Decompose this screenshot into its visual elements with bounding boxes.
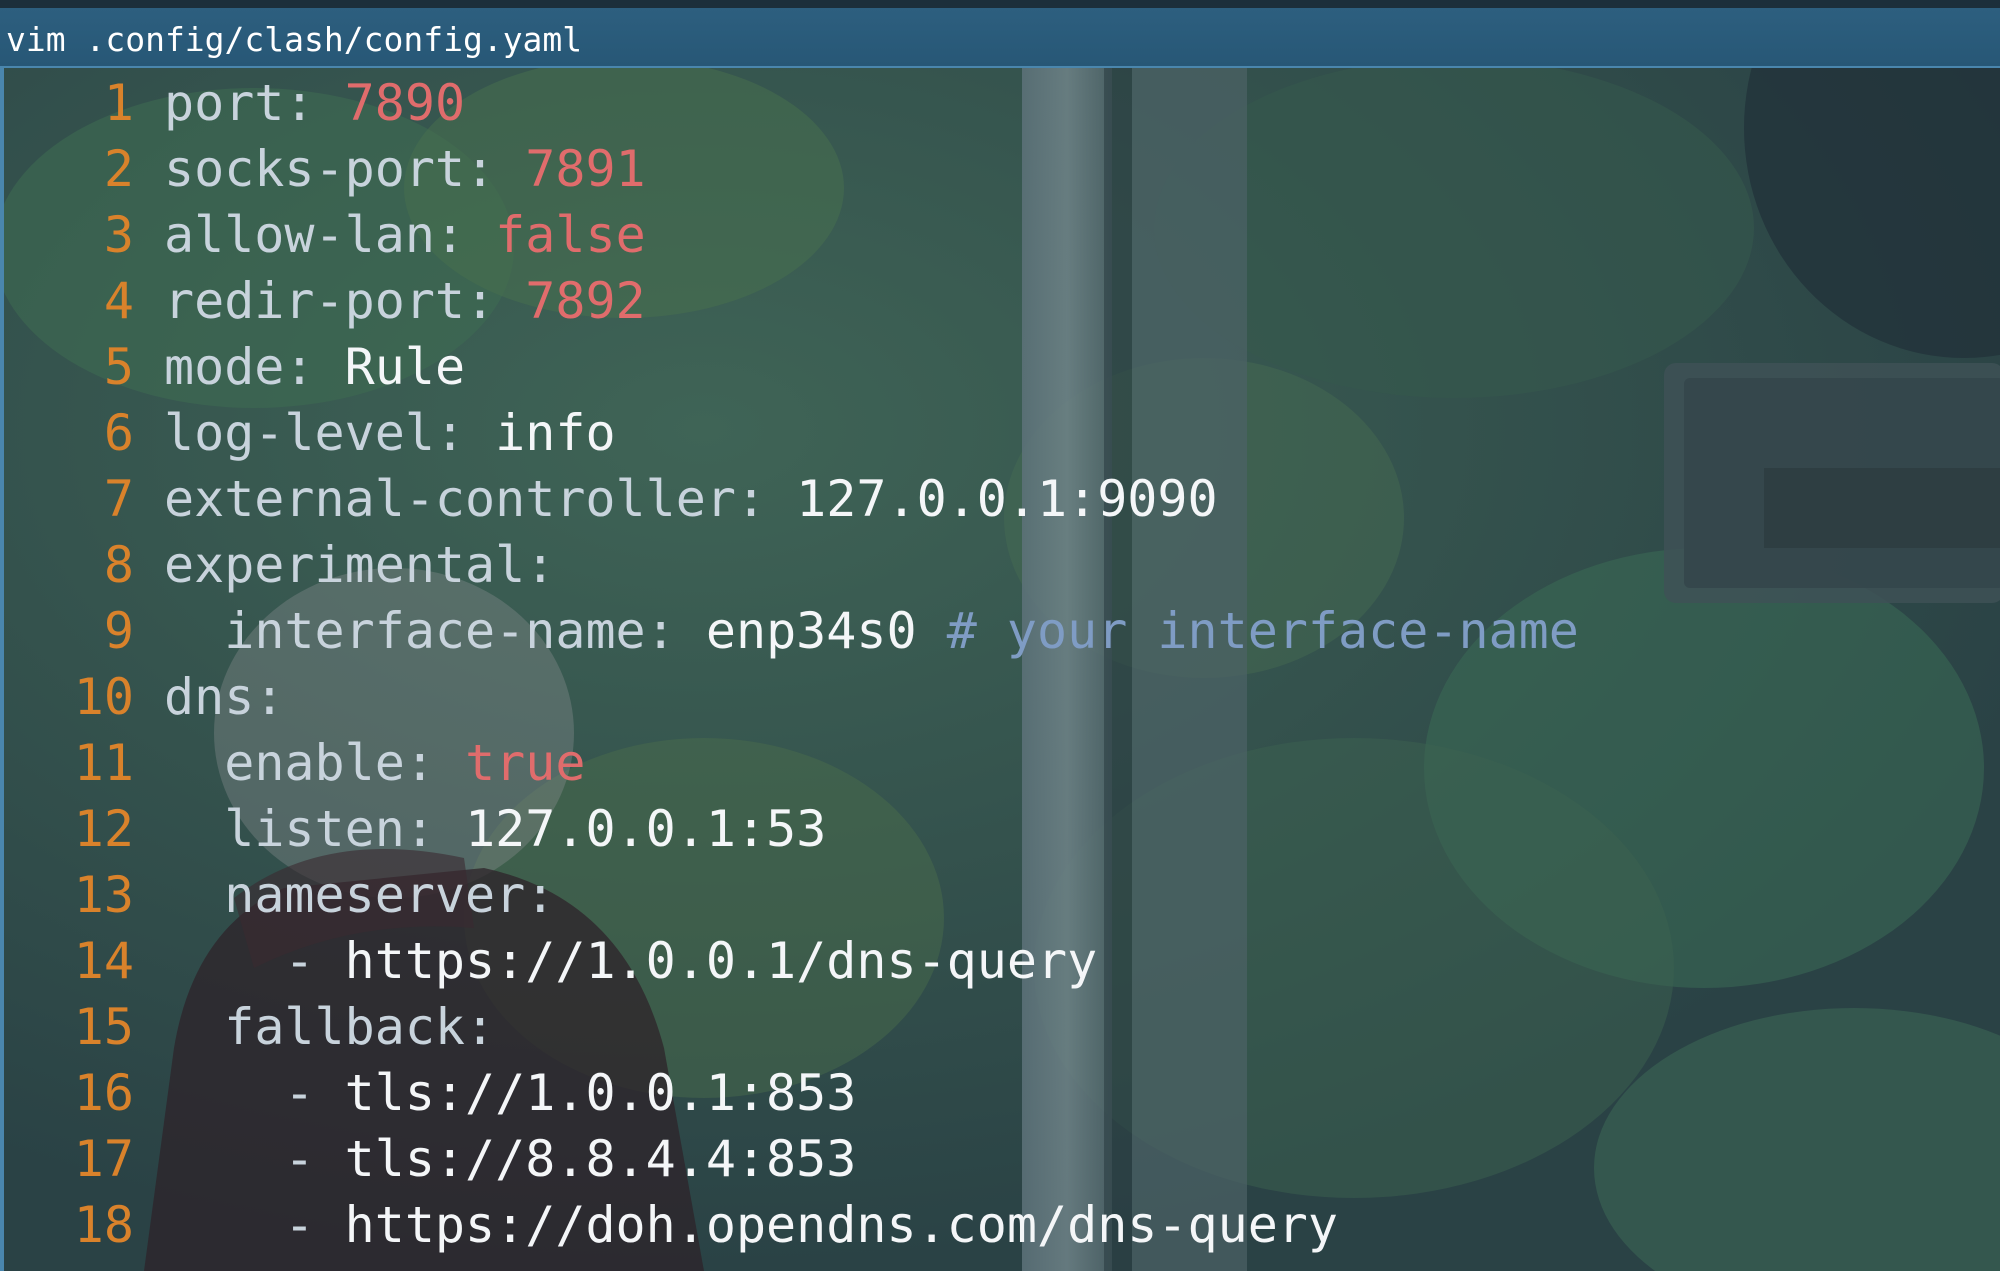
line-number: 2 <box>103 140 134 198</box>
code-token: - <box>164 1196 345 1254</box>
line-text: log-level: info <box>164 400 616 466</box>
code-token: interface-name <box>224 602 646 660</box>
line-number: 10 <box>73 668 134 726</box>
vim-editor[interactable]: 1 port: 7890 2 socks-port: 7891 3 allow-lan: … <box>0 68 2000 1271</box>
code-token: dns <box>164 668 255 726</box>
code-token: allow-lan <box>164 206 435 264</box>
line-number: 9 <box>103 602 134 660</box>
code-token: : <box>525 866 556 924</box>
line-text: experimental: <box>164 532 555 598</box>
line-text: - tls://1.0.0.1:853 <box>164 1060 856 1126</box>
line-text: allow-lan: false <box>164 202 646 268</box>
line-number: 11 <box>73 734 134 792</box>
code-token: info <box>495 404 616 462</box>
line-text: external-controller: 127.0.0.1:9090 <box>164 466 1218 532</box>
code-token: - <box>164 1064 345 1122</box>
code-token: : <box>465 140 526 198</box>
code-token: enp34s0 <box>705 602 947 660</box>
code-token: : <box>434 404 496 462</box>
line-number: 15 <box>73 998 134 1056</box>
code-token: true <box>465 734 586 792</box>
line-number: 7 <box>103 470 134 528</box>
code-token: : <box>284 338 345 396</box>
window-title: vim .config/clash/config.yaml <box>6 20 583 59</box>
line-number: 1 <box>103 74 134 132</box>
code-token: false <box>495 206 646 264</box>
code-token: : <box>735 470 797 528</box>
code-token: port <box>164 74 285 132</box>
desktop-top-strip <box>0 0 2000 8</box>
code-token: 7891 <box>525 140 646 198</box>
code-token: fallback <box>224 998 466 1056</box>
line-number: 14 <box>73 932 134 990</box>
line-number: 3 <box>103 206 134 264</box>
line-number: 12 <box>73 800 134 858</box>
code-token: : <box>284 74 345 132</box>
code-token: https://doh.opendns.com/dns-query <box>344 1196 1339 1254</box>
line-number: 5 <box>103 338 134 396</box>
code-token: tls://1.0.0.1:853 <box>344 1064 857 1122</box>
code-token: external-controller <box>164 470 736 528</box>
line-text: redir-port: 7892 <box>164 268 646 334</box>
code-token: : <box>465 272 526 330</box>
line-text: - tls://8.8.4.4:853 <box>164 1126 856 1192</box>
code-token: socks-port <box>164 140 466 198</box>
code-token: : <box>434 206 496 264</box>
line-text: dns: <box>164 664 284 730</box>
code-token: - <box>164 932 345 990</box>
code-token: enable <box>224 734 405 792</box>
code-token: 127.0.0.1:9090 <box>796 470 1218 528</box>
code-token: https://1.0.0.1/dns-query <box>344 932 1098 990</box>
code-token: listen <box>224 800 405 858</box>
code-token: nameserver <box>224 866 526 924</box>
line-text: port: 7890 <box>164 70 465 136</box>
code-token: : <box>254 668 285 726</box>
code-token: - <box>164 1130 345 1188</box>
code-token: : <box>404 734 466 792</box>
line-number: 13 <box>73 866 134 924</box>
code-token: 7892 <box>525 272 646 330</box>
line-number: 17 <box>73 1130 134 1188</box>
line-number: 6 <box>103 404 134 462</box>
code-token: redir-port <box>164 272 466 330</box>
code-token: experimental <box>164 536 526 594</box>
code-token: mode <box>164 338 285 396</box>
line-text: fallback: <box>164 994 495 1060</box>
line-number: 18 <box>73 1196 134 1254</box>
code-token: : <box>465 998 496 1056</box>
terminal-window: vim .config/clash/config.yaml 1 port: 78… <box>0 0 2000 1271</box>
line-text: listen: 127.0.0.1:53 <box>164 796 826 862</box>
code-token: : <box>404 800 466 858</box>
window-titlebar[interactable]: vim .config/clash/config.yaml <box>0 8 2000 68</box>
code-token: log-level <box>164 404 435 462</box>
code-token: : <box>645 602 706 660</box>
line-number: 8 <box>103 536 134 594</box>
code-token: tls://8.8.4.4:853 <box>344 1130 857 1188</box>
line-text: - https://doh.opendns.com/dns-query <box>164 1192 1338 1258</box>
code-token: Rule <box>344 338 466 396</box>
code-token: : <box>525 536 556 594</box>
line-text: socks-port: 7891 <box>164 136 646 202</box>
line-number: 16 <box>73 1064 134 1122</box>
line-text: nameserver: <box>164 862 555 928</box>
line-text: enable: true <box>164 730 585 796</box>
line-text: - https://1.0.0.1/dns-query <box>164 928 1097 994</box>
line-number: 4 <box>103 272 134 330</box>
code-token: 127.0.0.1:53 <box>465 800 827 858</box>
code-token: 7890 <box>344 74 466 132</box>
line-text: mode: Rule <box>164 334 465 400</box>
code-token: # your interface-name <box>946 602 1579 660</box>
line-text: interface-name: enp34s0 # your interface… <box>164 598 1579 664</box>
